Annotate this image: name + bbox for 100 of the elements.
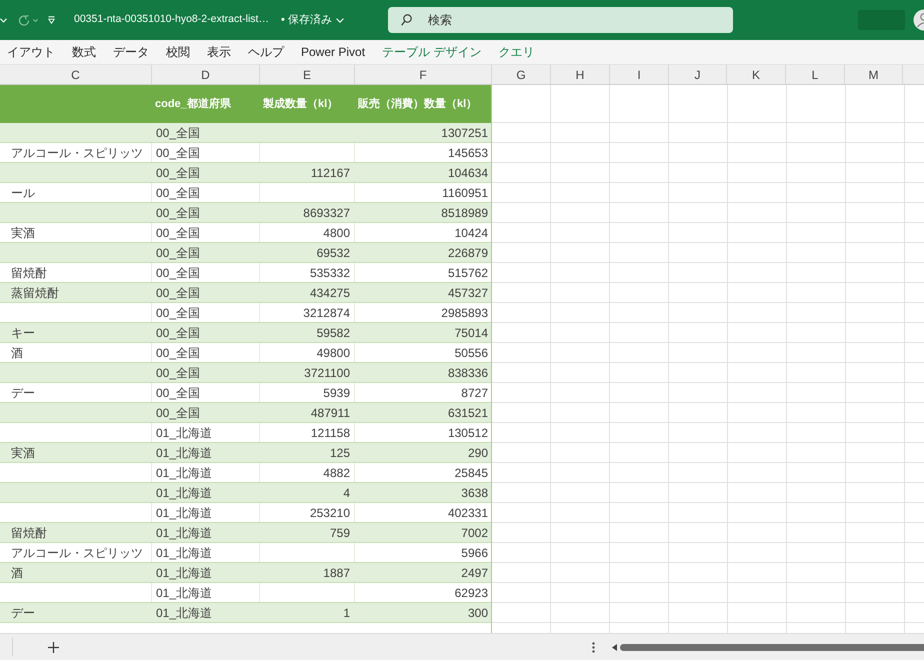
table-cell: 01_北海道: [152, 443, 260, 462]
table-cell: 487911: [260, 403, 355, 422]
table-cell: 4800: [260, 223, 355, 242]
table-cell-text: 1160951: [441, 184, 489, 202]
table-cell: キー: [0, 323, 152, 342]
search-field[interactable]: 検索: [388, 7, 733, 33]
table-cell: 00_全国: [152, 363, 260, 382]
table-cell: 01_北海道: [152, 483, 260, 502]
table-cell: 00_全国: [152, 123, 260, 142]
ribbon-tab[interactable]: ヘルプ: [248, 43, 284, 61]
vertical-dots-icon[interactable]: [592, 642, 595, 652]
table-cell: 125: [260, 443, 355, 462]
ribbon-tab[interactable]: イアウト: [7, 43, 55, 61]
table-cell-text: 75014: [454, 324, 489, 342]
scroll-left-icon[interactable]: [612, 644, 617, 650]
table-cell: 112167: [260, 163, 355, 182]
table-cell-text: 130512: [446, 424, 489, 442]
table-cell: 00_全国: [152, 163, 260, 182]
table-cell: 8693327: [260, 203, 355, 222]
ribbon-tab[interactable]: テーブル デザイン: [382, 43, 482, 61]
caret-icon[interactable]: [33, 18, 38, 22]
save-status-button[interactable]: • 保存済み: [280, 12, 344, 28]
table-cell: 01_北海道: [152, 583, 260, 602]
table-cell: 00_全国: [152, 143, 260, 162]
table-cell: 00_全国: [152, 403, 260, 422]
table-cell: 00_全国: [152, 243, 260, 262]
table-cell: 00_全国: [152, 183, 260, 202]
column-header[interactable]: L: [786, 65, 845, 84]
ribbon-tab[interactable]: 校閲: [166, 43, 190, 61]
table-cell: 1: [260, 603, 355, 622]
redo-icon[interactable]: [18, 14, 30, 26]
column-header[interactable]: H: [551, 65, 610, 84]
table-cell: 00_全国: [152, 323, 260, 342]
table-cell: 00_全国: [152, 203, 260, 222]
table-cell: デー: [0, 603, 152, 622]
table-cell-text: 1307251: [440, 124, 489, 142]
ribbon-tab[interactable]: クエリ: [498, 43, 534, 61]
table-cell-text: 145653: [446, 144, 489, 162]
column-header[interactable]: C: [0, 65, 152, 84]
column-header[interactable]: F: [355, 65, 492, 84]
table-cell: 酒: [0, 343, 152, 362]
table-cell: 4: [260, 483, 355, 502]
ribbon-tab[interactable]: 数式: [72, 43, 96, 61]
table-cell-text: 226879: [446, 244, 489, 262]
ribbon-tab[interactable]: データ: [113, 43, 149, 61]
table-cell: 01_北海道: [152, 503, 260, 522]
table-cell: 5939: [260, 383, 355, 402]
scrollbar-thumb[interactable]: [620, 644, 924, 650]
table-cell: 01_北海道: [152, 563, 260, 582]
column-header[interactable]: E: [260, 65, 355, 84]
table-cell-text: 2497: [460, 564, 489, 582]
column-header[interactable]: M: [845, 65, 903, 84]
table-cell: 00_全国: [152, 223, 260, 242]
table-cell-text: 8518989: [440, 204, 489, 222]
table-cell-text: 631521: [446, 404, 489, 422]
column-header[interactable]: I: [610, 65, 669, 84]
column-header[interactable]: K: [727, 65, 786, 84]
table-cell: 実酒: [0, 443, 152, 462]
table-cell: 759: [260, 523, 355, 542]
table-header-cell: code_都道府県: [152, 85, 260, 123]
table-cell-text: 5966: [460, 544, 489, 562]
table-cell-text: 402331: [446, 504, 489, 522]
table-cell: 535332: [260, 263, 355, 282]
table-cell-text: 10424: [454, 224, 489, 242]
table-cell: 00_全国: [152, 283, 260, 302]
ribbon-tab[interactable]: Power Pivot: [301, 43, 366, 61]
table-cell: 酒: [0, 563, 152, 582]
column-header[interactable]: J: [669, 65, 727, 84]
search-icon: [401, 14, 412, 26]
table-cell-text: 300: [466, 604, 489, 622]
table-cell: ール: [0, 183, 152, 202]
table-cell-text: 7002: [460, 524, 489, 542]
table-cell: 49800: [260, 343, 355, 362]
customize-icon[interactable]: [48, 16, 55, 24]
column-header[interactable]: D: [152, 65, 260, 84]
plus-icon: [48, 642, 58, 652]
table-cell: 434275: [260, 283, 355, 302]
table-cell: 1887: [260, 563, 355, 582]
table-cell: 00_全国: [152, 383, 260, 402]
table-cell-text: 290: [466, 444, 489, 462]
table-cell: 01_北海道: [152, 603, 260, 622]
ribbon-tab[interactable]: 表示: [207, 43, 231, 61]
chevron-down-icon: [336, 18, 344, 22]
table-cell-text: 2985893: [440, 304, 489, 322]
table-cell: 01_北海道: [152, 463, 260, 482]
table-cell: 69532: [260, 243, 355, 262]
column-header[interactable]: G: [492, 65, 551, 84]
table-cell: 253210: [260, 503, 355, 522]
avatar-icon[interactable]: [912, 9, 924, 31]
table-cell: 01_北海道: [152, 523, 260, 542]
table-cell: 3721100: [260, 363, 355, 382]
table-cell: 01_北海道: [152, 423, 260, 442]
table-cell: 留焼酎: [0, 263, 152, 282]
table-cell: 実酒: [0, 223, 152, 242]
table-cell: 00_全国: [152, 343, 260, 362]
table-cell-text: 104634: [446, 164, 489, 182]
table-cell-text: 25845: [454, 464, 489, 482]
table-cell-text: 50556: [454, 344, 489, 362]
table-cell-text: 62923: [454, 584, 489, 602]
file-name[interactable]: 00351-nta-00351010-hyo8-2-extract-list…: [74, 12, 269, 28]
